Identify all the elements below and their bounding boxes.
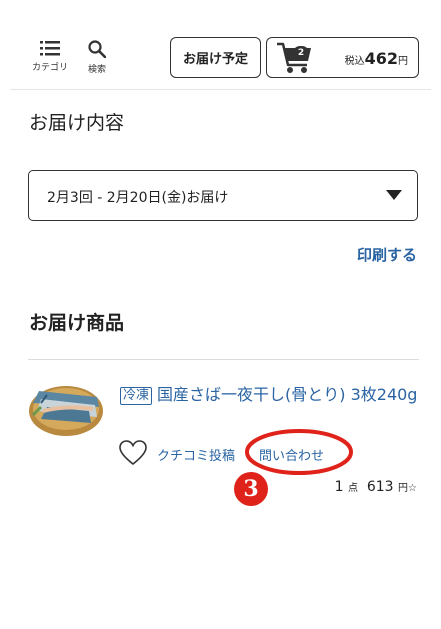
items-title: お届け商品 [29,312,125,334]
caret-down-icon [386,190,402,200]
heart-icon[interactable] [119,440,147,466]
items-divider [28,359,419,360]
header-divider [10,89,431,90]
cart-price: 462 [364,49,398,68]
delivery-title: お届け内容 [29,112,125,134]
delivery-date-select[interactable]: 2月3回 - 2月20日(金)お届け [28,170,418,221]
app-header: カテゴリ 検索 お届け予定 2 税込462円 [0,0,441,90]
cart-count-badge: 2 [293,46,309,60]
delivery-date-value: 2月3回 - 2月20日(金)お届け [47,190,229,206]
search-button[interactable]: 検索 [82,40,112,75]
category-button[interactable]: カテゴリ [30,40,70,73]
delivery-schedule-button[interactable]: お届け予定 [170,37,261,78]
search-label: 検索 [87,65,106,75]
review-post-link[interactable]: クチコミ投稿 [157,445,235,464]
product-image[interactable] [27,375,105,437]
cart-total: 税込462円 [345,49,408,68]
product-name-link[interactable]: 冷凍 国産さば一夜干し(骨とり) 3枚240g [120,382,420,408]
cart-price-prefix: 税込 [344,56,365,67]
frozen-badge: 冷凍 [120,387,153,405]
category-label: カテゴリ [31,63,68,73]
search-icon [88,40,106,58]
item-price-unit: 円☆ [398,483,417,494]
product-name: 国産さば一夜干し(骨とり) 3枚240g [157,385,418,404]
highlight-circle [245,429,353,475]
quantity-value: 1 [334,479,344,495]
list-menu-icon [40,41,60,56]
item-price: 613 [366,479,394,495]
cart-button[interactable]: 2 税込462円 [266,37,419,78]
cart-price-unit: 円 [398,56,408,67]
delivery-schedule-label: お届け予定 [182,52,248,67]
step-number-badge: 3 [234,472,268,506]
quantity-unit: 点 [347,483,358,494]
print-link[interactable]: 印刷する [357,244,417,265]
quantity-price-row: 1 点 613 円☆ [335,479,417,495]
